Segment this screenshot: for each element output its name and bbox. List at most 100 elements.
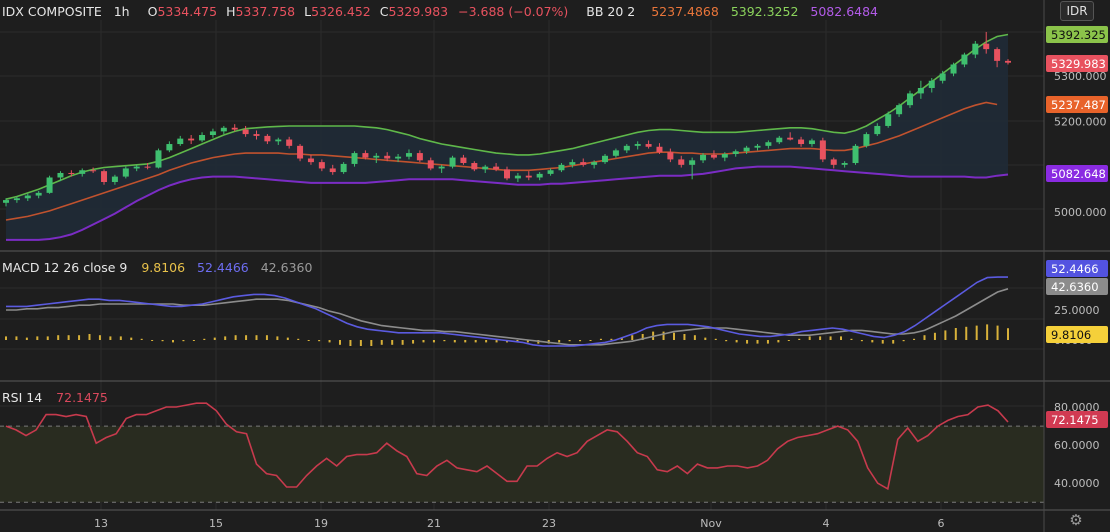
svg-text:52.4466: 52.4466 bbox=[1051, 262, 1099, 276]
svg-text:5237.487: 5237.487 bbox=[1051, 98, 1106, 112]
macd-hist-bar bbox=[954, 328, 957, 340]
macd-hist-bar bbox=[495, 340, 498, 343]
macd-hist-bar bbox=[923, 335, 926, 340]
rsi-label: RSI 14 bbox=[2, 390, 42, 405]
macd-pane[interactable] bbox=[5, 276, 1009, 347]
bb-upper-value: 5392.3252 bbox=[731, 4, 799, 19]
macd-hist-bar bbox=[151, 340, 154, 341]
macd-hist-bar bbox=[192, 340, 195, 341]
macd-hist-bar bbox=[276, 336, 279, 340]
macd-hist-bar bbox=[318, 340, 321, 342]
y-tick-label: 5000.000 bbox=[1054, 206, 1107, 219]
macd-hist-bar bbox=[579, 340, 582, 342]
macd-hist-bar bbox=[996, 325, 999, 340]
candle bbox=[819, 137, 826, 163]
x-tick-label: 6 bbox=[938, 517, 945, 530]
tag-close: 5329.983 bbox=[1046, 55, 1108, 72]
rsi-pane[interactable] bbox=[0, 402, 1044, 503]
tag-bb-upper: 5392.325 bbox=[1046, 26, 1108, 43]
candle bbox=[46, 175, 53, 194]
macd-hist-bar bbox=[370, 340, 373, 346]
macd-hist-bar bbox=[704, 337, 707, 340]
macd-hist-bar bbox=[662, 331, 665, 340]
svg-text:5329.983: 5329.983 bbox=[1051, 57, 1106, 71]
candle bbox=[209, 128, 216, 138]
macd-hist-bar bbox=[349, 340, 352, 346]
macd-hist-bar bbox=[130, 337, 133, 340]
macd-hist-bar bbox=[881, 340, 884, 344]
macd-hist-bar bbox=[119, 336, 122, 340]
low-label: L bbox=[304, 4, 311, 19]
macd-hist-bar bbox=[975, 325, 978, 340]
x-tick-label: 21 bbox=[427, 517, 441, 530]
y-tick-label: 5200.000 bbox=[1054, 115, 1107, 128]
macd-hist-bar bbox=[944, 330, 947, 340]
x-tick-label: 23 bbox=[542, 517, 556, 530]
macd-hist-bar bbox=[140, 338, 143, 340]
rsi-value: 72.1475 bbox=[56, 390, 108, 405]
candle bbox=[199, 132, 206, 143]
tag-signal: 42.6360 bbox=[1046, 278, 1108, 295]
macd-hist-bar bbox=[808, 336, 811, 340]
macd-hist-bar bbox=[422, 340, 425, 343]
y-tick-label: 60.0000 bbox=[1054, 439, 1100, 452]
close-label: C bbox=[380, 4, 389, 19]
candle bbox=[863, 132, 870, 148]
macd-hist-bar bbox=[766, 340, 769, 344]
macd-hist-bar bbox=[182, 340, 185, 342]
interval-label: 1h bbox=[114, 4, 130, 19]
signal-value: 42.6360 bbox=[261, 260, 313, 275]
candle bbox=[188, 135, 195, 145]
macd-hist-bar bbox=[725, 340, 728, 342]
tag-rsi: 72.1475 bbox=[1046, 411, 1108, 428]
bb-mid-value: 5237.4868 bbox=[651, 4, 719, 19]
macd-hist-bar bbox=[339, 340, 341, 345]
macd-hist-bar bbox=[485, 340, 488, 343]
high-value: 5337.758 bbox=[235, 4, 295, 19]
macd-hist-bar bbox=[787, 340, 790, 341]
candle bbox=[177, 135, 184, 146]
y-tick-label: 40.0000 bbox=[1054, 477, 1100, 490]
open-value: 5334.475 bbox=[157, 4, 217, 19]
price-tags: 5392.325 5329.983 5237.487 5082.648 52.4… bbox=[1046, 26, 1108, 428]
y-tick-label: 5300.000 bbox=[1054, 70, 1107, 83]
gear-icon[interactable]: ⚙ bbox=[1068, 512, 1084, 528]
macd-hist-bar bbox=[631, 335, 634, 340]
macd-signal-line bbox=[6, 288, 1009, 346]
macd-hist-bar bbox=[98, 335, 101, 340]
macd-hist-bar bbox=[359, 340, 362, 346]
macd-hist-bar bbox=[224, 336, 227, 340]
currency-button[interactable]: IDR bbox=[1060, 1, 1094, 21]
tag-bb-lower: 5082.648 bbox=[1046, 165, 1108, 182]
rsi-legend: RSI 14 72.1475 bbox=[2, 390, 108, 405]
trading-chart[interactable]: 5000.0005200.0005300.0000.000025.000040.… bbox=[0, 0, 1110, 532]
macd-hist-bar bbox=[297, 338, 300, 340]
macd-hist-bar bbox=[5, 336, 7, 340]
macd-hist-bar bbox=[391, 340, 394, 345]
macd-hist-bar bbox=[443, 340, 446, 342]
macd-hist-bar bbox=[683, 334, 686, 340]
macd-hist-bar bbox=[589, 340, 592, 341]
macd-hist-bar bbox=[453, 340, 456, 343]
candle bbox=[449, 155, 456, 169]
macd-hist-bar bbox=[78, 335, 81, 340]
macd-hist-bar bbox=[746, 340, 749, 344]
macd-hist-bar bbox=[255, 335, 258, 340]
macd-hist-bar bbox=[693, 335, 696, 340]
tag-bb-mid: 5237.487 bbox=[1046, 96, 1108, 113]
low-value: 5326.452 bbox=[311, 4, 371, 19]
high-label: H bbox=[226, 4, 235, 19]
macd-hist-bar bbox=[328, 340, 331, 343]
open-label: O bbox=[148, 4, 158, 19]
macd-hist-bar bbox=[307, 340, 310, 341]
macd-line bbox=[6, 276, 1008, 347]
symbol-name: IDX COMPOSITE bbox=[2, 4, 102, 19]
macd-hist-bar bbox=[756, 340, 759, 344]
macd-hist-bar bbox=[161, 340, 164, 342]
time-axis[interactable]: 13 15 19 21 23 Nov 4 6 bbox=[94, 517, 945, 530]
macd-hist-bar bbox=[850, 338, 853, 340]
macd-hist-bar bbox=[1007, 328, 1009, 340]
macd-hist-bar bbox=[558, 340, 561, 343]
tag-hist: 9.8106 bbox=[1046, 326, 1108, 343]
macd-hist-bar bbox=[714, 338, 717, 340]
